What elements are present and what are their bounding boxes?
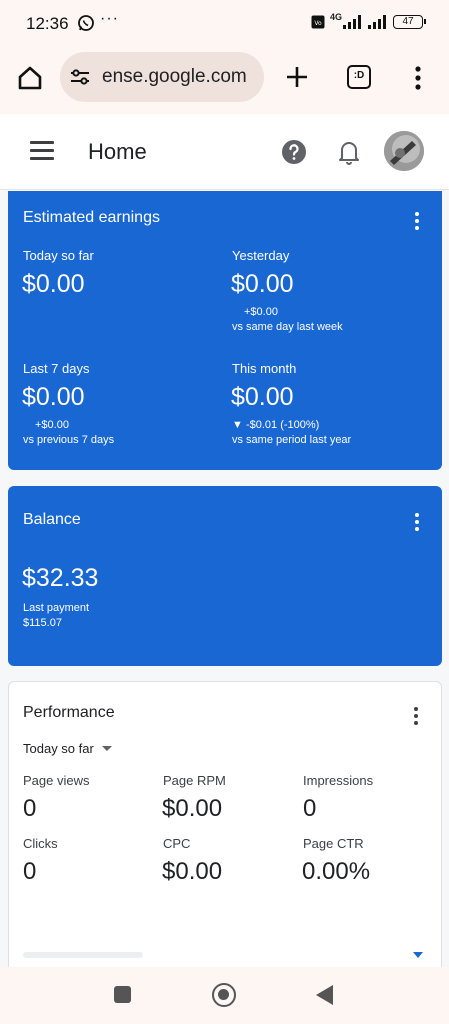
impressions-value: 0 [303, 795, 317, 822]
cpc-value: $0.00 [162, 858, 223, 885]
performance-title: Performance [23, 704, 115, 721]
ctr-label: Page CTR [303, 836, 364, 851]
page-rpm-label: Page RPM [163, 773, 226, 788]
status-bar: 12:36 ··· Vo 4G 47 [0, 0, 449, 46]
more-vert-icon[interactable] [414, 212, 420, 230]
balance-card[interactable]: Balance $32.33 Last payment $115.07 [8, 486, 442, 666]
tune-icon[interactable] [70, 68, 90, 86]
system-nav-bar [0, 967, 449, 1024]
performance-card[interactable]: Performance Today so far Page views 0 Pa… [8, 681, 442, 967]
tabs-button[interactable]: :D [347, 65, 371, 89]
square-nav-icon[interactable] [114, 986, 131, 1003]
page-rpm-value: $0.00 [162, 795, 223, 822]
circle-nav-icon[interactable] [212, 983, 236, 1007]
app-header: Home [0, 114, 449, 190]
balance-title: Balance [23, 511, 81, 528]
svg-text:Vo: Vo [314, 20, 322, 27]
month-label: This month [232, 361, 297, 376]
yesterday-note: vs same day last week [232, 321, 343, 333]
period-dropdown[interactable]: Today so far [23, 741, 112, 756]
home-icon[interactable] [16, 64, 44, 92]
last-payment-value: $115.07 [23, 617, 62, 629]
more-notifications-icon: ··· [100, 10, 119, 27]
caret-down-icon [413, 952, 423, 958]
page-title: Home [88, 139, 147, 164]
help-icon[interactable] [281, 139, 307, 165]
battery-icon: 47 [393, 15, 426, 29]
page-views-value: 0 [23, 795, 37, 822]
month-delta: ▼ -$0.01 (-100%) [232, 419, 320, 431]
estimated-earnings-title: Estimated earnings [23, 209, 160, 226]
status-time: 12:36 [26, 14, 69, 33]
more-vert-icon[interactable] [414, 513, 420, 531]
plus-icon[interactable] [284, 64, 310, 90]
impressions-label: Impressions [303, 773, 374, 788]
yesterday-value: $0.00 [231, 270, 294, 298]
period-label: Today so far [23, 741, 94, 756]
today-value: $0.00 [22, 270, 85, 298]
balance-value: $32.33 [22, 564, 99, 592]
last7-label: Last 7 days [23, 361, 90, 376]
signal-icon-1 [343, 15, 361, 29]
browser-toolbar: ense.google.com :D [0, 46, 449, 112]
month-value: $0.00 [231, 383, 294, 411]
volte-icon: Vo [311, 15, 325, 29]
last-payment-label: Last payment [23, 602, 90, 614]
address-bar[interactable]: ense.google.com [60, 52, 264, 102]
whatsapp-icon [77, 14, 95, 37]
page-views-label: Page views [23, 773, 90, 788]
back-nav-icon[interactable] [316, 985, 333, 1005]
yesterday-delta: +$0.00 [244, 306, 278, 318]
status-icons: Vo 4G 47 [311, 12, 426, 29]
url-text[interactable]: ense.google.com [102, 66, 247, 88]
today-label: Today so far [23, 248, 94, 263]
bell-icon[interactable] [336, 138, 362, 166]
yesterday-label: Yesterday [232, 248, 290, 263]
month-note: vs same period last year [232, 434, 352, 446]
last7-delta: +$0.00 [35, 419, 69, 431]
clicks-value: 0 [23, 858, 37, 885]
clicks-label: Clicks [23, 836, 58, 851]
last7-value: $0.00 [22, 383, 85, 411]
network-type: 4G [329, 12, 342, 22]
more-vert-icon[interactable] [408, 64, 428, 92]
signal-icon-2 [368, 15, 386, 29]
ctr-value: 0.00% [302, 858, 371, 885]
estimated-earnings-card[interactable]: Estimated earnings Today so far $0.00 Ye… [8, 191, 442, 470]
avatar[interactable] [384, 131, 424, 171]
more-vert-icon[interactable] [413, 707, 419, 725]
cut-off-link [23, 952, 143, 958]
caret-down-icon [101, 746, 112, 751]
main-content: Estimated earnings Today so far $0.00 Ye… [0, 191, 449, 967]
cpc-label: CPC [163, 836, 191, 851]
last7-note: vs previous 7 days [23, 434, 115, 446]
menu-icon[interactable] [30, 141, 54, 161]
